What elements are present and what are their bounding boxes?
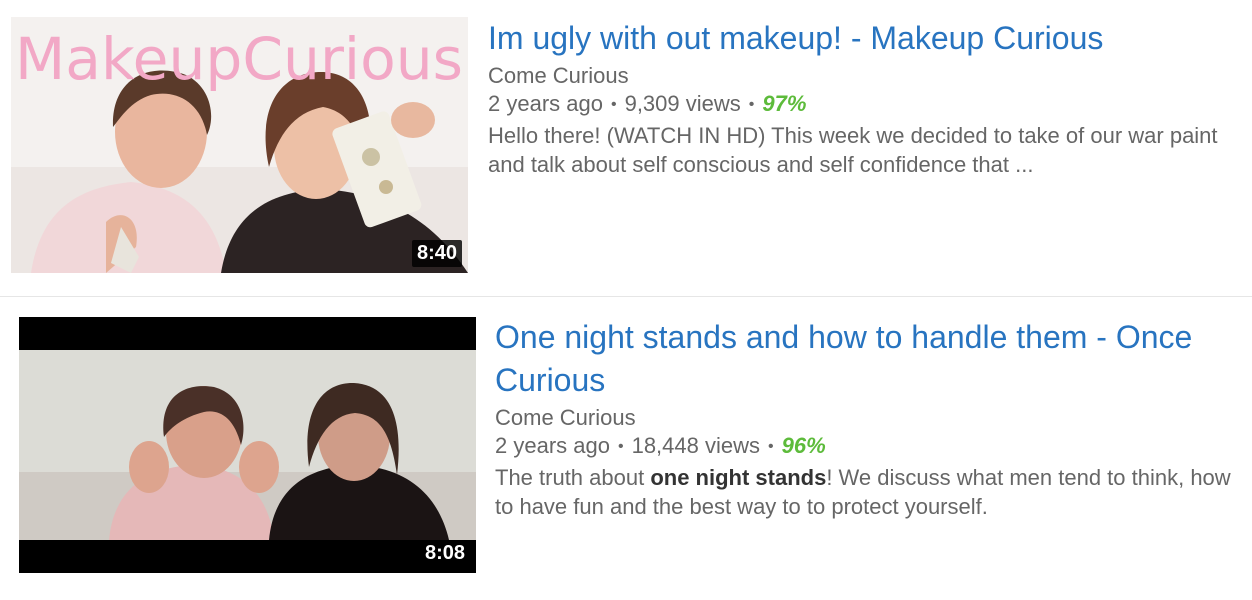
separator-dot: • xyxy=(768,438,774,455)
view-count: 18,448 views xyxy=(631,433,760,458)
thumbnail-logo-text: MakeupCurious xyxy=(15,25,463,93)
view-count: 9,309 views xyxy=(624,91,741,116)
video-result: MakeupCurious 8:40 Im ugly with out make… xyxy=(0,0,1252,296)
video-duration: 8:08 xyxy=(419,540,470,567)
video-title-link[interactable]: Im ugly with out makeup! - Makeup Curiou… xyxy=(488,17,1238,60)
rating-percent: 97% xyxy=(762,91,807,116)
channel-link[interactable]: Come Curious xyxy=(495,404,636,432)
video-thumbnail[interactable]: MakeupCurious 8:40 xyxy=(11,17,468,273)
description-highlight: one night stands xyxy=(650,465,827,490)
video-result: 8:08 One night stands and how to handle … xyxy=(0,297,1252,600)
video-description: Hello there! (WATCH IN HD) This week we … xyxy=(488,123,1218,177)
rating-percent: 96% xyxy=(781,433,826,458)
upload-age: 2 years ago xyxy=(488,91,603,116)
video-title-link[interactable]: One night stands and how to handle them … xyxy=(495,316,1235,402)
video-info: One night stands and how to handle them … xyxy=(495,316,1235,521)
description-text: The truth about xyxy=(495,465,651,490)
separator-dot: • xyxy=(610,96,617,113)
separator-dot: • xyxy=(617,438,624,455)
video-meta: 2 years ago • 18,448 views • 96% xyxy=(495,432,1235,461)
video-description: The truth about one night stands! We dis… xyxy=(495,463,1235,521)
channel-link[interactable]: Come Curious xyxy=(488,62,629,90)
video-duration: 8:40 xyxy=(411,240,462,267)
thumbnail-image xyxy=(19,317,476,573)
video-thumbnail[interactable]: 8:08 xyxy=(19,317,476,573)
separator-dot: • xyxy=(748,96,755,113)
upload-age: 2 years ago xyxy=(495,433,610,458)
thumbnail-image: MakeupCurious xyxy=(11,17,468,273)
video-info: Im ugly with out makeup! - Makeup Curiou… xyxy=(488,17,1238,179)
video-meta: 2 years ago • 9,309 views • 97% xyxy=(488,90,1238,119)
